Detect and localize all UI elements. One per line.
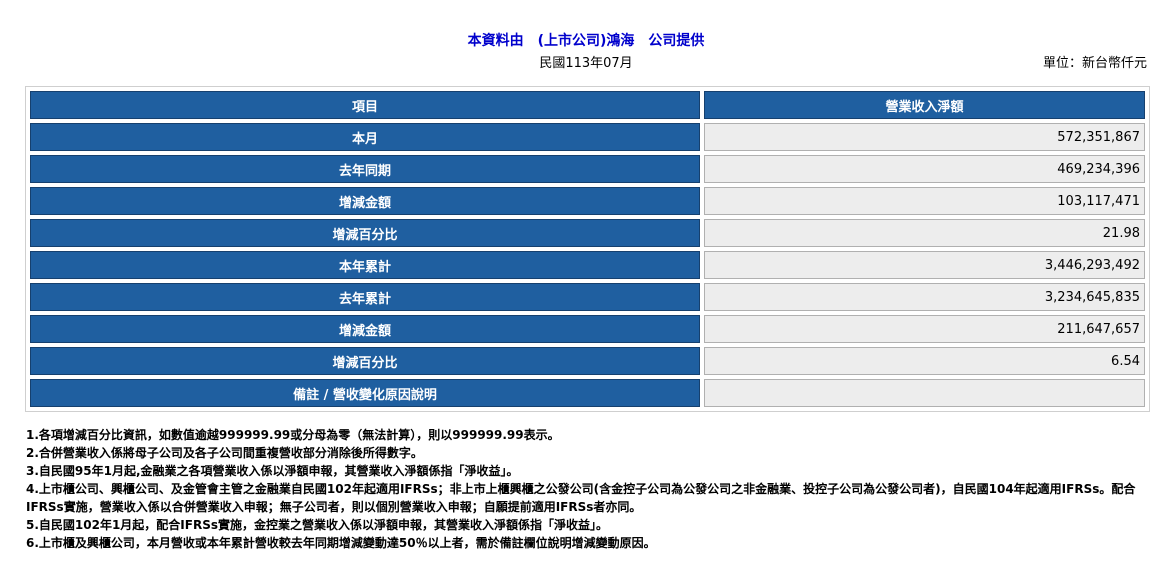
table-row: 去年累計 3,234,645,835	[30, 283, 1145, 311]
row-value: 6.54	[704, 347, 1145, 375]
report-period: 民國113年07月	[539, 56, 633, 71]
page-title: 本資料由 (上市公司)鴻海 公司提供	[467, 33, 705, 49]
footnotes: 1.各項增減百分比資訊，如數值逾越999999.99或分母為零（無法計算），則以…	[26, 426, 1151, 552]
table-row: 增減百分比 6.54	[30, 347, 1145, 375]
table-row: 增減金額 103,117,471	[30, 187, 1145, 215]
table-row: 增減金額 211,647,657	[30, 315, 1145, 343]
table-row: 本年累計 3,446,293,492	[30, 251, 1145, 279]
row-label: 去年同期	[30, 155, 700, 183]
row-label: 本年累計	[30, 251, 700, 279]
table-row: 備註 / 營收變化原因說明	[30, 379, 1145, 407]
table-row: 本月 572,351,867	[30, 123, 1145, 151]
footnote: 5.自民國102年1月起，配合IFRSs實施，金控業之營業收入係以淨額申報，其營…	[26, 518, 608, 532]
currency-unit: 單位：新台幣仟元	[1042, 56, 1147, 71]
footnote: 6.上市櫃及興櫃公司，本月營收或本年累計營收較去年同期增減變動達50％以上者，需…	[26, 536, 656, 550]
row-label: 增減金額	[30, 187, 700, 215]
remarks-value	[704, 379, 1145, 407]
row-label: 去年累計	[30, 283, 700, 311]
row-label: 本月	[30, 123, 700, 151]
row-label: 增減金額	[30, 315, 700, 343]
footnote: 4.上市櫃公司、興櫃公司、及金管會主管之金融業自民國102年起適用IFRSs；非…	[26, 482, 1136, 514]
revenue-table: 項目 營業收入淨額 本月 572,351,867 去年同期 469,234,39…	[25, 86, 1150, 412]
table-header-row: 項目 營業收入淨額	[30, 91, 1145, 119]
column-header-item: 項目	[30, 91, 700, 119]
row-value: 21.98	[704, 219, 1145, 247]
column-header-revenue: 營業收入淨額	[704, 91, 1145, 119]
table-row: 去年同期 469,234,396	[30, 155, 1145, 183]
footnote: 3.自民國95年1月起,金融業之各項營業收入係以淨額申報，其營業收入淨額係指「淨…	[26, 464, 519, 478]
row-value: 572,351,867	[704, 123, 1145, 151]
row-label: 增減百分比	[30, 347, 700, 375]
footnote: 2.合併營業收入係將母子公司及各子公司間重複營收部分消除後所得數字。	[26, 446, 423, 460]
row-value: 469,234,396	[704, 155, 1145, 183]
row-value: 3,446,293,492	[704, 251, 1145, 279]
table-row: 增減百分比 21.98	[30, 219, 1145, 247]
row-value: 211,647,657	[704, 315, 1145, 343]
row-value: 103,117,471	[704, 187, 1145, 215]
row-label: 備註 / 營收變化原因說明	[30, 379, 700, 407]
footnote: 1.各項增減百分比資訊，如數值逾越999999.99或分母為零（無法計算），則以…	[26, 428, 560, 442]
row-value: 3,234,645,835	[704, 283, 1145, 311]
row-label: 增減百分比	[30, 219, 700, 247]
